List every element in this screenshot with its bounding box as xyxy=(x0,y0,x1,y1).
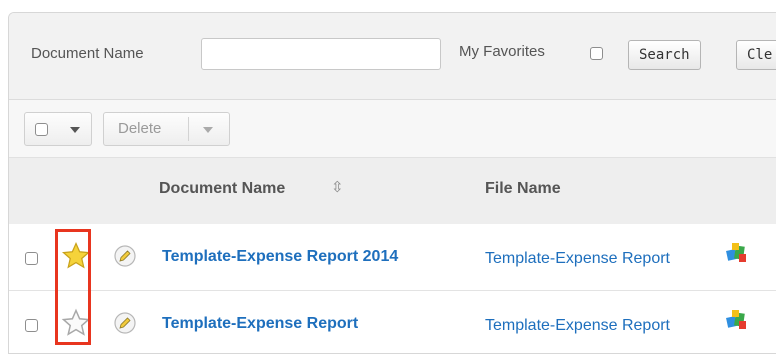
file-name-link[interactable]: Template-Expense Report xyxy=(485,250,670,268)
column-header-document-name[interactable]: Document Name xyxy=(159,180,285,198)
document-name-input[interactable] xyxy=(201,38,441,70)
chevron-down-icon[interactable] xyxy=(70,127,80,133)
delete-button[interactable]: Delete xyxy=(118,120,161,137)
pencil-icon[interactable] xyxy=(113,311,137,335)
google-docs-icon xyxy=(726,243,746,262)
chevron-down-icon[interactable] xyxy=(203,127,213,133)
row-checkbox[interactable] xyxy=(25,252,38,265)
star-outline-icon[interactable] xyxy=(61,308,91,338)
my-favorites-checkbox[interactable] xyxy=(590,47,603,60)
actions-divider xyxy=(188,117,189,141)
table-row: Template-Expense Report 2014 Template-Ex… xyxy=(9,224,776,291)
google-docs-icon xyxy=(726,310,746,329)
row-checkbox[interactable] xyxy=(25,319,38,332)
document-name-label: Document Name xyxy=(31,45,144,62)
column-header-file-name[interactable]: File Name xyxy=(485,180,561,198)
table-row: Template-Expense Report Template-Expense… xyxy=(9,291,776,353)
select-all-checkbox[interactable] xyxy=(35,123,48,136)
document-name-link[interactable]: Template-Expense Report xyxy=(162,315,358,333)
file-name-link[interactable]: Template-Expense Report xyxy=(485,317,670,335)
action-bar: Delete xyxy=(9,100,776,158)
clear-button[interactable]: Cle xyxy=(736,40,776,70)
pencil-icon[interactable] xyxy=(113,244,137,268)
documents-list-panel: Document Name My Favorites Search Cle De… xyxy=(8,12,776,354)
my-favorites-label: My Favorites xyxy=(459,43,545,60)
table-header: Document Name ⇳ File Name xyxy=(9,158,776,225)
search-button[interactable]: Search xyxy=(628,40,701,70)
select-all-dropdown[interactable] xyxy=(24,112,92,146)
search-bar: Document Name My Favorites Search Cle xyxy=(9,13,776,100)
sort-icon[interactable]: ⇳ xyxy=(331,178,344,196)
document-name-link[interactable]: Template-Expense Report 2014 xyxy=(162,248,398,266)
star-icon[interactable] xyxy=(61,241,91,271)
delete-actions-group: Delete xyxy=(103,112,230,146)
